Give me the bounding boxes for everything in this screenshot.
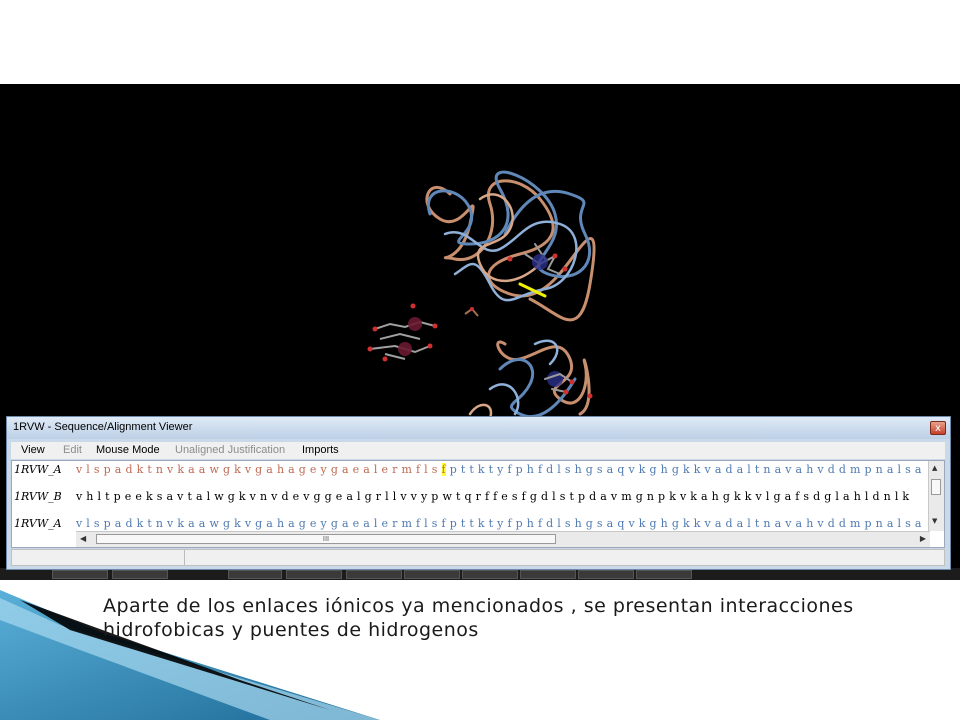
grip-icon: III [322,535,330,543]
taskbar-button[interactable] [636,570,692,579]
scroll-down-icon[interactable]: ▼ [932,517,937,525]
horizontal-scroll-thumb[interactable]: III [96,534,556,544]
taskbar-button[interactable] [578,570,634,579]
vertical-scrollbar[interactable]: ▲ ▼ [928,461,944,531]
sequence-alignment-window: 1RVW - Sequence/Alignment Viewer x View … [6,416,951,570]
menu-edit: Edit [63,444,82,456]
menu-bar: View Edit Mouse Mode Unaligned Justifica… [11,442,945,459]
taskbar-button[interactable] [462,570,518,579]
horizontal-scrollbar[interactable]: ◀ III ▶ [76,531,930,547]
slide-caption: Aparte de los enlaces iónicos ya mencion… [103,595,854,641]
menu-unaligned-justification: Unaligned Justification [175,444,286,456]
sequence-residues[interactable]: v l s p a d k t n v k a a w g k v g a h … [76,463,442,476]
window-titlebar[interactable]: 1RVW - Sequence/Alignment Viewer x [7,417,950,439]
menu-imports[interactable]: Imports [302,444,339,456]
sequence-text[interactable]: v l s p a d k t n v k a a w g k v g a h … [76,463,922,476]
taskbar-button[interactable] [404,570,460,579]
scroll-left-icon[interactable]: ◀ [80,534,86,543]
taskbar-button[interactable] [520,570,576,579]
window-title: 1RVW - Sequence/Alignment Viewer [13,421,193,433]
sequence-text[interactable]: v h l t p e e k s a v t a l w g k v n v … [76,490,909,503]
menu-mouse-mode[interactable]: Mouse Mode [96,444,160,456]
sequence-text[interactable]: v l s p a d k t n v k a a w g k v g a h … [76,517,922,530]
scroll-up-icon[interactable]: ▲ [932,464,937,472]
vertical-scroll-thumb[interactable] [931,479,941,495]
sequence-label: 1RVW_A [14,517,62,530]
scroll-right-icon[interactable]: ▶ [920,534,926,543]
close-button[interactable]: x [930,421,946,435]
menu-view[interactable]: View [21,444,45,456]
sequence-panel[interactable]: 1RVW_A v l s p a d k t n v k a a w g k v… [11,460,945,548]
sequence-label: 1RVW_B [14,490,62,503]
close-icon: x [935,423,941,434]
sequence-label: 1RVW_A [14,463,62,476]
sequence-residues[interactable]: p t t k t y f p h f d l s h g s a q v k … [446,463,922,476]
